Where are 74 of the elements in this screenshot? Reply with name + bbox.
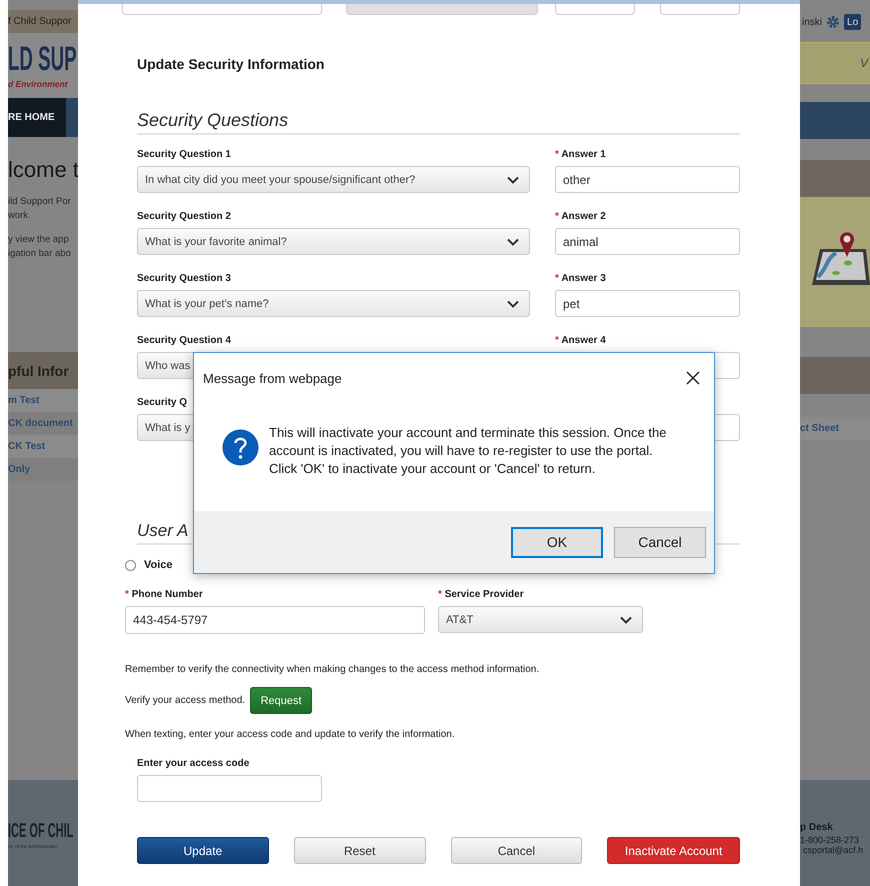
- settings-icon[interactable]: [826, 15, 840, 29]
- update-button[interactable]: Update: [137, 837, 269, 864]
- dialog-title: Message from webpage: [203, 370, 342, 386]
- answer-field[interactable]: pet: [555, 290, 740, 317]
- answer-label: Answer 2: [561, 211, 606, 222]
- chevron-down-icon: [507, 176, 519, 184]
- welcome-text: ild Support Por: [8, 195, 72, 209]
- question-select[interactable]: What is your pet's name?: [137, 290, 530, 317]
- section-heading: pful Infor: [8, 362, 69, 378]
- dialog-button[interactable]: OK: [511, 526, 603, 558]
- input-field[interactable]: [122, 4, 322, 15]
- required-mark: *: [555, 149, 559, 160]
- logo-subtitle: d Environment: [8, 79, 69, 89]
- dialog-button[interactable]: Cancel: [614, 526, 706, 558]
- form-button[interactable]: Reset: [294, 837, 426, 864]
- inactivate-button[interactable]: Inactivate Account: [607, 837, 740, 864]
- select-field[interactable]: [346, 4, 538, 15]
- phone-label: Phone Number: [132, 589, 203, 600]
- help-phone: 1-800-258-273: [800, 835, 860, 845]
- question-select[interactable]: In what city did you meet your spouse/significant other?: [137, 166, 530, 193]
- welcome-heading: lcome t: [8, 157, 78, 183]
- required-mark: *: [438, 589, 442, 600]
- question-label: Security Q: [137, 396, 188, 410]
- agency-name: f Child Suppor: [8, 16, 72, 27]
- chevron-down-icon: [507, 238, 519, 246]
- input-field[interactable]: [555, 4, 635, 15]
- user-name: inski: [802, 16, 822, 28]
- welcome-text: igation bar abo: [8, 247, 72, 261]
- logo-title: LD SUP: [8, 39, 77, 79]
- answer-label: Answer 1: [561, 149, 606, 160]
- section-header: [800, 357, 870, 394]
- welcome-text: y view the app: [8, 233, 70, 247]
- help-email: csportal@acf.h: [802, 845, 864, 855]
- footer-title: ICE OF CHIL: [8, 819, 74, 844]
- request-button[interactable]: Request: [250, 687, 312, 714]
- close-icon[interactable]: [686, 371, 700, 385]
- radio-label: Voice: [144, 559, 173, 571]
- nav-item[interactable]: RE HOME: [8, 112, 55, 123]
- required-mark: *: [555, 273, 559, 284]
- radio-button[interactable]: [125, 560, 136, 570]
- chevron-down-icon: [507, 300, 519, 308]
- nav-bar: [800, 102, 870, 139]
- question-label: Security Question 3: [137, 272, 232, 286]
- logout-button[interactable]: Lo: [844, 14, 862, 30]
- question-label: Security Question 4: [137, 334, 232, 348]
- welcome-text: work.: [8, 209, 32, 223]
- dialog-message: This will inactivate your account and terminate this session. Once the account is inactivated, you will have to re-register to use the portal. Click 'OK' to inactivate your account or 'Cancel' to return.: [269, 424, 668, 478]
- chevron-down-icon: [620, 616, 632, 624]
- answer-label: Answer 3: [561, 273, 606, 284]
- provider-label: Service Provider: [444, 589, 524, 600]
- form-title: Update Security Information: [137, 56, 326, 72]
- texting-note: When texting, enter your access code and update to verify the information.: [125, 729, 456, 740]
- reminder-text: Remember to verify the connectivity when making changes to the access method information.: [125, 664, 540, 675]
- required-mark: *: [555, 211, 559, 222]
- access-code-field[interactable]: [137, 775, 322, 802]
- answer-field[interactable]: other: [555, 166, 740, 193]
- answer-field[interactable]: animal: [555, 228, 740, 255]
- access-code-label: Enter your access code: [137, 757, 250, 771]
- section-title: Security Questions: [137, 110, 740, 135]
- answer-label: Answer 4: [561, 335, 606, 346]
- question-icon: [222, 429, 259, 466]
- form-button[interactable]: Cancel: [450, 837, 582, 864]
- verify-text: Verify your access method.: [125, 695, 246, 706]
- question-label: Security Question 1: [137, 148, 232, 162]
- input-field[interactable]: [660, 4, 740, 15]
- provider-select[interactable]: AT&T: [438, 606, 643, 633]
- required-mark: *: [125, 589, 129, 600]
- phone-field[interactable]: 443-454-5797: [125, 606, 425, 634]
- banner-text: V: [860, 56, 868, 70]
- question-select[interactable]: What is your favorite animal?: [137, 228, 530, 255]
- section-header: [800, 160, 870, 197]
- question-label: Security Question 2: [137, 210, 232, 224]
- required-mark: *: [555, 335, 559, 346]
- help-title: p Desk: [800, 822, 834, 833]
